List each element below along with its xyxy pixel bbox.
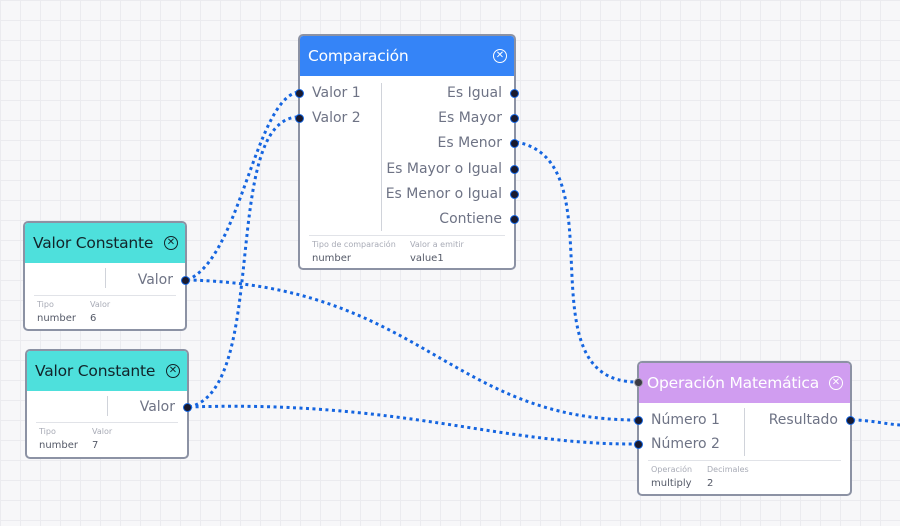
- output-label-es-mayor-o-igual: Es Mayor o Igual: [386, 161, 502, 177]
- comparacion-header[interactable]: Comparación ✕: [300, 36, 514, 76]
- comparacion-node[interactable]: Comparación ✕ Valor 1 Valor 2 Es Igual E…: [295, 34, 519, 270]
- operacion-matematica-node[interactable]: Operación Matemática ✕ Número 1 Número 2…: [634, 361, 855, 496]
- output-port-es-menor[interactable]: [510, 139, 519, 148]
- prop-key-tipo: Tipo: [37, 300, 54, 309]
- valor-constante-node-2[interactable]: Valor Constante ✕ Valor Tipo number Valo…: [25, 349, 192, 459]
- prop-value-tipo-comparacion[interactable]: number: [312, 253, 351, 264]
- input-label-numero-1: Número 1: [651, 412, 720, 428]
- prop-value-valor-emitir[interactable]: value1: [410, 253, 444, 264]
- output-label-contiene: Contiene: [439, 211, 502, 227]
- prop-key-operacion: Operación: [651, 465, 693, 474]
- prop-value-decimales[interactable]: 2: [707, 478, 713, 489]
- prop-value-valor[interactable]: 6: [90, 313, 96, 324]
- close-circle-icon[interactable]: ✕: [164, 236, 178, 250]
- wire-resultado-out[interactable]: [851, 418, 900, 427]
- prop-key-decimales: Decimales: [707, 465, 749, 474]
- output-port-valor[interactable]: [183, 403, 192, 412]
- output-port-es-mayor-o-igual[interactable]: [510, 165, 519, 174]
- footer-divider: [36, 422, 178, 423]
- output-label-es-mayor: Es Mayor: [438, 110, 502, 126]
- valor-constante-node-1[interactable]: Valor Constante ✕ Valor Tipo number Valo…: [23, 221, 190, 331]
- prop-key-tipo: Tipo: [39, 427, 56, 436]
- prop-value-operacion[interactable]: multiply: [651, 478, 692, 489]
- wire-esmenor-to-math[interactable]: [515, 140, 638, 384]
- output-label-valor: Valor: [137, 272, 173, 288]
- input-port-valor-1[interactable]: [295, 89, 304, 98]
- output-label-es-menor-o-igual: Es Menor o Igual: [385, 186, 502, 202]
- output-port-contiene[interactable]: [510, 215, 519, 224]
- prop-key-valor-emitir: Valor a emitir: [410, 240, 464, 249]
- valor-constante-header[interactable]: Valor Constante ✕: [27, 351, 187, 391]
- output-port-valor[interactable]: [181, 276, 190, 285]
- wire-const2-to-valor2[interactable]: [188, 115, 299, 409]
- close-circle-icon[interactable]: ✕: [493, 49, 507, 63]
- operacion-matematica-header[interactable]: Operación Matemática ✕: [634, 363, 850, 403]
- node-title: Valor Constante: [33, 234, 154, 252]
- input-port-numero-2[interactable]: [634, 440, 643, 449]
- output-port-resultado[interactable]: [846, 416, 855, 425]
- prop-key-tipo-comparacion: Tipo de comparación: [312, 240, 396, 249]
- wire-const2-to-numero2[interactable]: [188, 404, 638, 446]
- input-port-valor-2[interactable]: [295, 114, 304, 123]
- valor-constante-header[interactable]: Valor Constante ✕: [25, 223, 185, 263]
- output-label-es-menor: Es Menor: [437, 135, 502, 151]
- wire-const1-to-valor1[interactable]: [186, 90, 299, 282]
- output-port-es-menor-o-igual[interactable]: [510, 190, 519, 199]
- prop-value-tipo[interactable]: number: [37, 313, 76, 324]
- divider: [381, 83, 382, 231]
- node-title: Valor Constante: [35, 362, 156, 380]
- output-label-resultado: Resultado: [768, 412, 838, 428]
- prop-value-valor[interactable]: 7: [92, 440, 98, 451]
- input-label-numero-2: Número 2: [651, 436, 720, 452]
- node-title: Comparación: [308, 47, 409, 65]
- output-label-valor: Valor: [139, 399, 175, 415]
- footer-divider: [648, 460, 841, 461]
- footer-divider: [309, 235, 505, 236]
- output-port-es-mayor[interactable]: [510, 114, 519, 123]
- divider: [107, 396, 108, 416]
- node-title: Operación Matemática: [647, 374, 819, 392]
- divider: [105, 268, 106, 288]
- input-port-numero-1[interactable]: [634, 416, 643, 425]
- output-port-es-igual[interactable]: [510, 89, 519, 98]
- close-circle-icon[interactable]: ✕: [166, 364, 180, 378]
- close-circle-icon[interactable]: ✕: [829, 376, 843, 390]
- trigger-input-port[interactable]: [634, 378, 643, 387]
- input-label-valor-2: Valor 2: [312, 110, 361, 126]
- footer-divider: [34, 295, 176, 296]
- node-editor-canvas[interactable]: Comparación ✕ Valor 1 Valor 2 Es Igual E…: [0, 0, 900, 526]
- prop-value-tipo[interactable]: number: [39, 440, 78, 451]
- input-label-valor-1: Valor 1: [312, 85, 361, 101]
- wire-const1-to-numero1[interactable]: [186, 278, 638, 422]
- prop-key-valor: Valor: [90, 300, 111, 309]
- divider: [744, 408, 745, 456]
- output-label-es-igual: Es Igual: [447, 85, 502, 101]
- prop-key-valor: Valor: [92, 427, 113, 436]
